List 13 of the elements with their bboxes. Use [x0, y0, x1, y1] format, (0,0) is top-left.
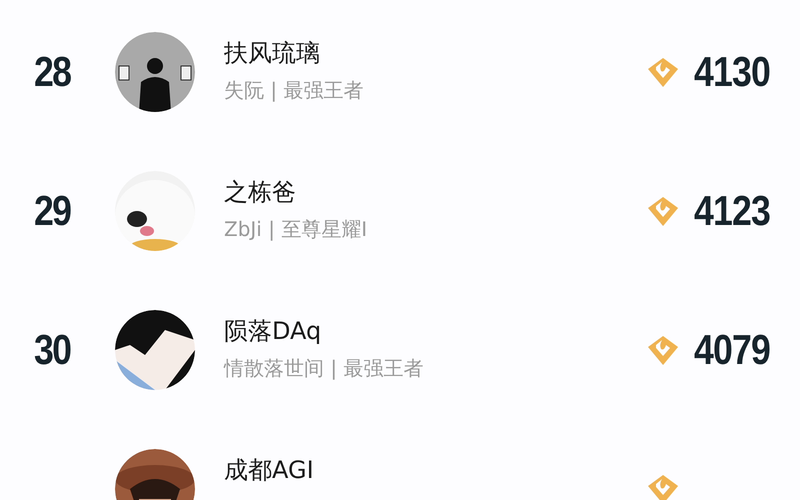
rank-number: 29 [34, 186, 72, 234]
score: 4079 [694, 326, 772, 374]
player-subtitle: 失阮 | 最强王者 [224, 76, 364, 104]
player-name: 成都AGI [224, 454, 315, 486]
rank-number: 30 [34, 326, 72, 374]
rank-number: 28 [34, 48, 72, 96]
player-name: 陨落DAq [224, 316, 322, 346]
player-name: 之栋爸 [224, 176, 297, 208]
player-name: 扶风琉璃 [224, 38, 321, 68]
score: 4130 [694, 48, 772, 96]
player-subtitle: ZbJi | 至尊星耀I [224, 216, 368, 242]
player-subtitle: 情散落世间 | 最强王者 [224, 354, 424, 382]
score: 4123 [694, 186, 772, 234]
